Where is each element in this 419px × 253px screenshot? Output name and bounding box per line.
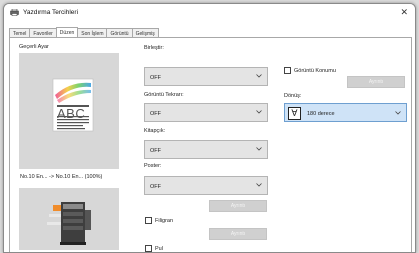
chevron-down-icon xyxy=(395,111,401,115)
watermark-details-button[interactable]: Ayrıntı xyxy=(209,228,267,240)
tab-temel[interactable]: Temel xyxy=(9,28,31,37)
window-title: Yazdırma Tercihleri xyxy=(23,9,79,16)
booklet-value: OFF xyxy=(150,148,161,154)
poster-select[interactable]: OFF xyxy=(144,176,268,195)
page-preview: ABC xyxy=(19,53,119,169)
watermark-label: Filigran xyxy=(155,218,174,224)
chevron-down-icon xyxy=(256,74,262,78)
image-position-checkbox[interactable] xyxy=(284,67,291,74)
tab-favoriler[interactable]: Favoriler xyxy=(29,28,57,37)
print-preferences-window: Yazdırma Tercihleri ✕ Temel Favoriler Dü… xyxy=(3,3,416,253)
printer-preview xyxy=(19,188,119,250)
rotation-value: 180 derece xyxy=(307,111,335,117)
close-icon[interactable]: ✕ xyxy=(400,6,408,18)
stamp-checkbox[interactable] xyxy=(145,245,152,252)
chevron-down-icon xyxy=(256,183,262,187)
image-repeat-label: Görüntü Tekrarı: xyxy=(144,92,184,98)
poster-label: Poster: xyxy=(144,163,162,169)
preview-heading: Geçerli Ayar xyxy=(19,44,49,50)
preview-page-text: ABC xyxy=(57,106,86,121)
tab-son-islem[interactable]: Son İşlem xyxy=(77,28,108,37)
preview-status: No.10 En... -> No.10 En... (100%) xyxy=(20,174,103,180)
poster-details-button[interactable]: Ayrıntı xyxy=(209,200,267,212)
tab-strip: Temel Favoriler Düzen Son İşlem Görüntü … xyxy=(9,27,159,37)
booklet-label: Kitapçık: xyxy=(144,128,166,134)
image-position-details-button[interactable]: Ayrıntı xyxy=(347,76,405,88)
tab-duzen[interactable]: Düzen xyxy=(55,27,79,37)
poster-value: OFF xyxy=(150,184,161,190)
watermark-checkbox[interactable] xyxy=(145,217,152,224)
combine-value: OFF xyxy=(150,75,161,81)
printer-icon xyxy=(10,9,19,16)
stamp-label: Pul xyxy=(155,246,163,252)
rotation-select[interactable]: ∀ 180 derece xyxy=(284,103,407,122)
combine-select[interactable]: OFF xyxy=(144,67,268,86)
combine-label: Birleştir: xyxy=(144,45,164,51)
printer-machine-icon xyxy=(47,202,91,245)
title-bar[interactable]: Yazdırma Tercihleri ✕ xyxy=(4,4,415,21)
tab-goruntu[interactable]: Görüntü xyxy=(106,28,133,37)
image-repeat-value: OFF xyxy=(150,111,161,117)
chevron-down-icon xyxy=(256,110,262,114)
image-repeat-select[interactable]: OFF xyxy=(144,103,268,122)
tab-gelismis[interactable]: Gelişmiş xyxy=(131,28,159,37)
chevron-down-icon xyxy=(256,147,262,151)
rotation-glyph-icon: ∀ xyxy=(288,107,301,120)
image-position-label: Görüntü Konumu xyxy=(294,68,336,74)
rotation-label: Dönüş: xyxy=(284,93,302,99)
booklet-select[interactable]: OFF xyxy=(144,140,268,159)
